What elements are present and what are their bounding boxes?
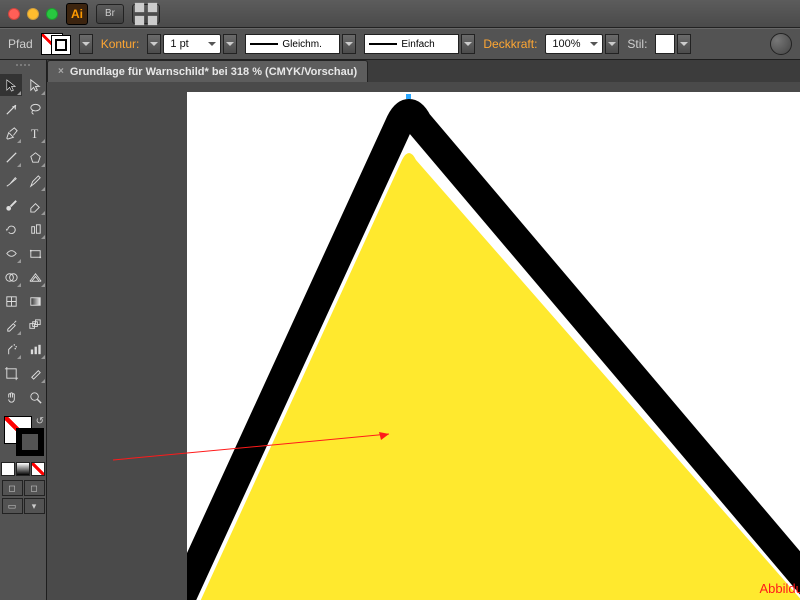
pen-tool[interactable] <box>0 122 22 144</box>
document-tab[interactable]: × Grundlage für Warnschild* bei 318 % (C… <box>47 60 368 82</box>
stroke-label[interactable]: Kontur: <box>101 37 140 51</box>
style-dropdown[interactable] <box>677 34 691 54</box>
magic-wand-tool[interactable] <box>0 98 22 120</box>
color-mode-gradient[interactable] <box>16 462 30 476</box>
workspace: T ↺ <box>0 60 800 600</box>
grid-icon <box>133 1 159 27</box>
column-graph-tool[interactable] <box>24 338 46 360</box>
figure-caption: Abbildung: 09 <box>759 581 800 596</box>
stroke-profile-label: Einfach <box>401 39 434 50</box>
blob-brush-tool[interactable] <box>0 194 22 216</box>
stroke-swatch[interactable] <box>51 35 71 55</box>
minimize-window-button[interactable] <box>27 8 39 20</box>
fill-stroke-swatch[interactable] <box>41 33 71 55</box>
window-traffic-lights <box>8 8 58 20</box>
mesh-tool[interactable] <box>0 290 22 312</box>
zoom-window-button[interactable] <box>46 8 58 20</box>
stroke-indicator[interactable] <box>16 428 44 456</box>
free-transform-tool[interactable] <box>24 242 46 264</box>
screen-mode-row: ▭ ▾ <box>2 498 45 514</box>
shape-builder-tool[interactable] <box>0 266 22 288</box>
canvas[interactable]: Abbildung: 09 <box>47 82 800 600</box>
document-tab-title: Grundlage für Warnschild* bei 318 % (CMY… <box>70 66 357 78</box>
type-tool[interactable]: T <box>24 122 46 144</box>
opacity-field[interactable]: 100% <box>545 34 603 54</box>
fill-stroke-indicator[interactable]: ↺ <box>2 416 44 456</box>
paintbrush-tool[interactable] <box>0 170 22 192</box>
close-window-button[interactable] <box>8 8 20 20</box>
draw-behind-button[interactable]: ◻ <box>24 480 45 496</box>
artwork-svg <box>187 92 800 600</box>
stroke-dash-dropdown[interactable] <box>342 34 356 54</box>
color-mode-none[interactable] <box>31 462 45 476</box>
control-bar: Pfad Kontur: 1 pt Gleichm. Einfach Deckk… <box>0 28 800 60</box>
stroke-profile-field[interactable]: Einfach <box>364 34 459 54</box>
blend-tool[interactable] <box>24 314 46 336</box>
stroke-dash-field[interactable]: Gleichm. <box>245 34 340 54</box>
selection-tool[interactable] <box>0 74 22 96</box>
screen-draw-mode-row: ◻ ◻ <box>2 480 45 496</box>
arrange-documents-button[interactable] <box>132 4 160 24</box>
document-tab-bar: × Grundlage für Warnschild* bei 318 % (C… <box>47 60 800 82</box>
gradient-tool[interactable] <box>24 290 46 312</box>
artboard[interactable] <box>187 92 800 600</box>
window-titlebar: Ai Br <box>0 0 800 28</box>
opacity-label[interactable]: Deckkraft: <box>483 37 537 51</box>
symbol-sprayer-tool[interactable] <box>0 338 22 360</box>
opacity-dropdown[interactable] <box>605 34 619 54</box>
eyedropper-tool[interactable] <box>0 314 22 336</box>
fill-dropdown-button[interactable] <box>79 34 93 54</box>
panel-menu-button[interactable] <box>770 33 792 55</box>
stroke-profile-dropdown[interactable] <box>461 34 475 54</box>
lasso-tool[interactable] <box>24 98 46 120</box>
reflect-tool[interactable] <box>24 218 46 240</box>
close-tab-icon[interactable]: × <box>58 66 64 77</box>
pencil-tool[interactable] <box>24 170 46 192</box>
hand-tool[interactable] <box>0 386 22 408</box>
line-segment-tool[interactable] <box>0 146 22 168</box>
document-area: × Grundlage für Warnschild* bei 318 % (C… <box>47 60 800 600</box>
tools-panel: T ↺ <box>0 60 47 600</box>
slice-tool[interactable] <box>24 362 46 384</box>
artboard-tool[interactable] <box>0 362 22 384</box>
stroke-weight-field[interactable]: 1 pt <box>163 34 221 54</box>
anchor-point-top[interactable] <box>406 94 411 99</box>
rectangle-tool[interactable] <box>24 146 46 168</box>
screen-mode-button[interactable]: ▭ <box>2 498 23 514</box>
color-mode-row <box>1 462 45 476</box>
swap-fill-stroke-icon[interactable]: ↺ <box>36 416 44 427</box>
zoom-tool[interactable] <box>24 386 46 408</box>
bridge-button[interactable]: Br <box>96 4 124 24</box>
style-swatch[interactable] <box>655 34 675 54</box>
draw-normal-button[interactable]: ◻ <box>2 480 23 496</box>
app-icon-illustrator: Ai <box>66 3 88 25</box>
eraser-tool[interactable] <box>24 194 46 216</box>
stroke-dash-label: Gleichm. <box>282 39 321 50</box>
rotate-tool[interactable] <box>0 218 22 240</box>
panel-grip[interactable] <box>1 64 45 72</box>
perspective-grid-tool[interactable] <box>24 266 46 288</box>
stroke-weight-dropdown[interactable] <box>223 34 237 54</box>
screen-mode-dropdown[interactable]: ▾ <box>24 498 45 514</box>
stroke-weight-decrement[interactable] <box>147 34 161 54</box>
selection-type-label: Pfad <box>8 37 33 51</box>
style-label: Stil: <box>627 37 647 51</box>
direct-selection-tool[interactable] <box>24 74 46 96</box>
svg-text:T: T <box>30 127 38 141</box>
width-tool[interactable] <box>0 242 22 264</box>
color-mode-solid[interactable] <box>1 462 15 476</box>
